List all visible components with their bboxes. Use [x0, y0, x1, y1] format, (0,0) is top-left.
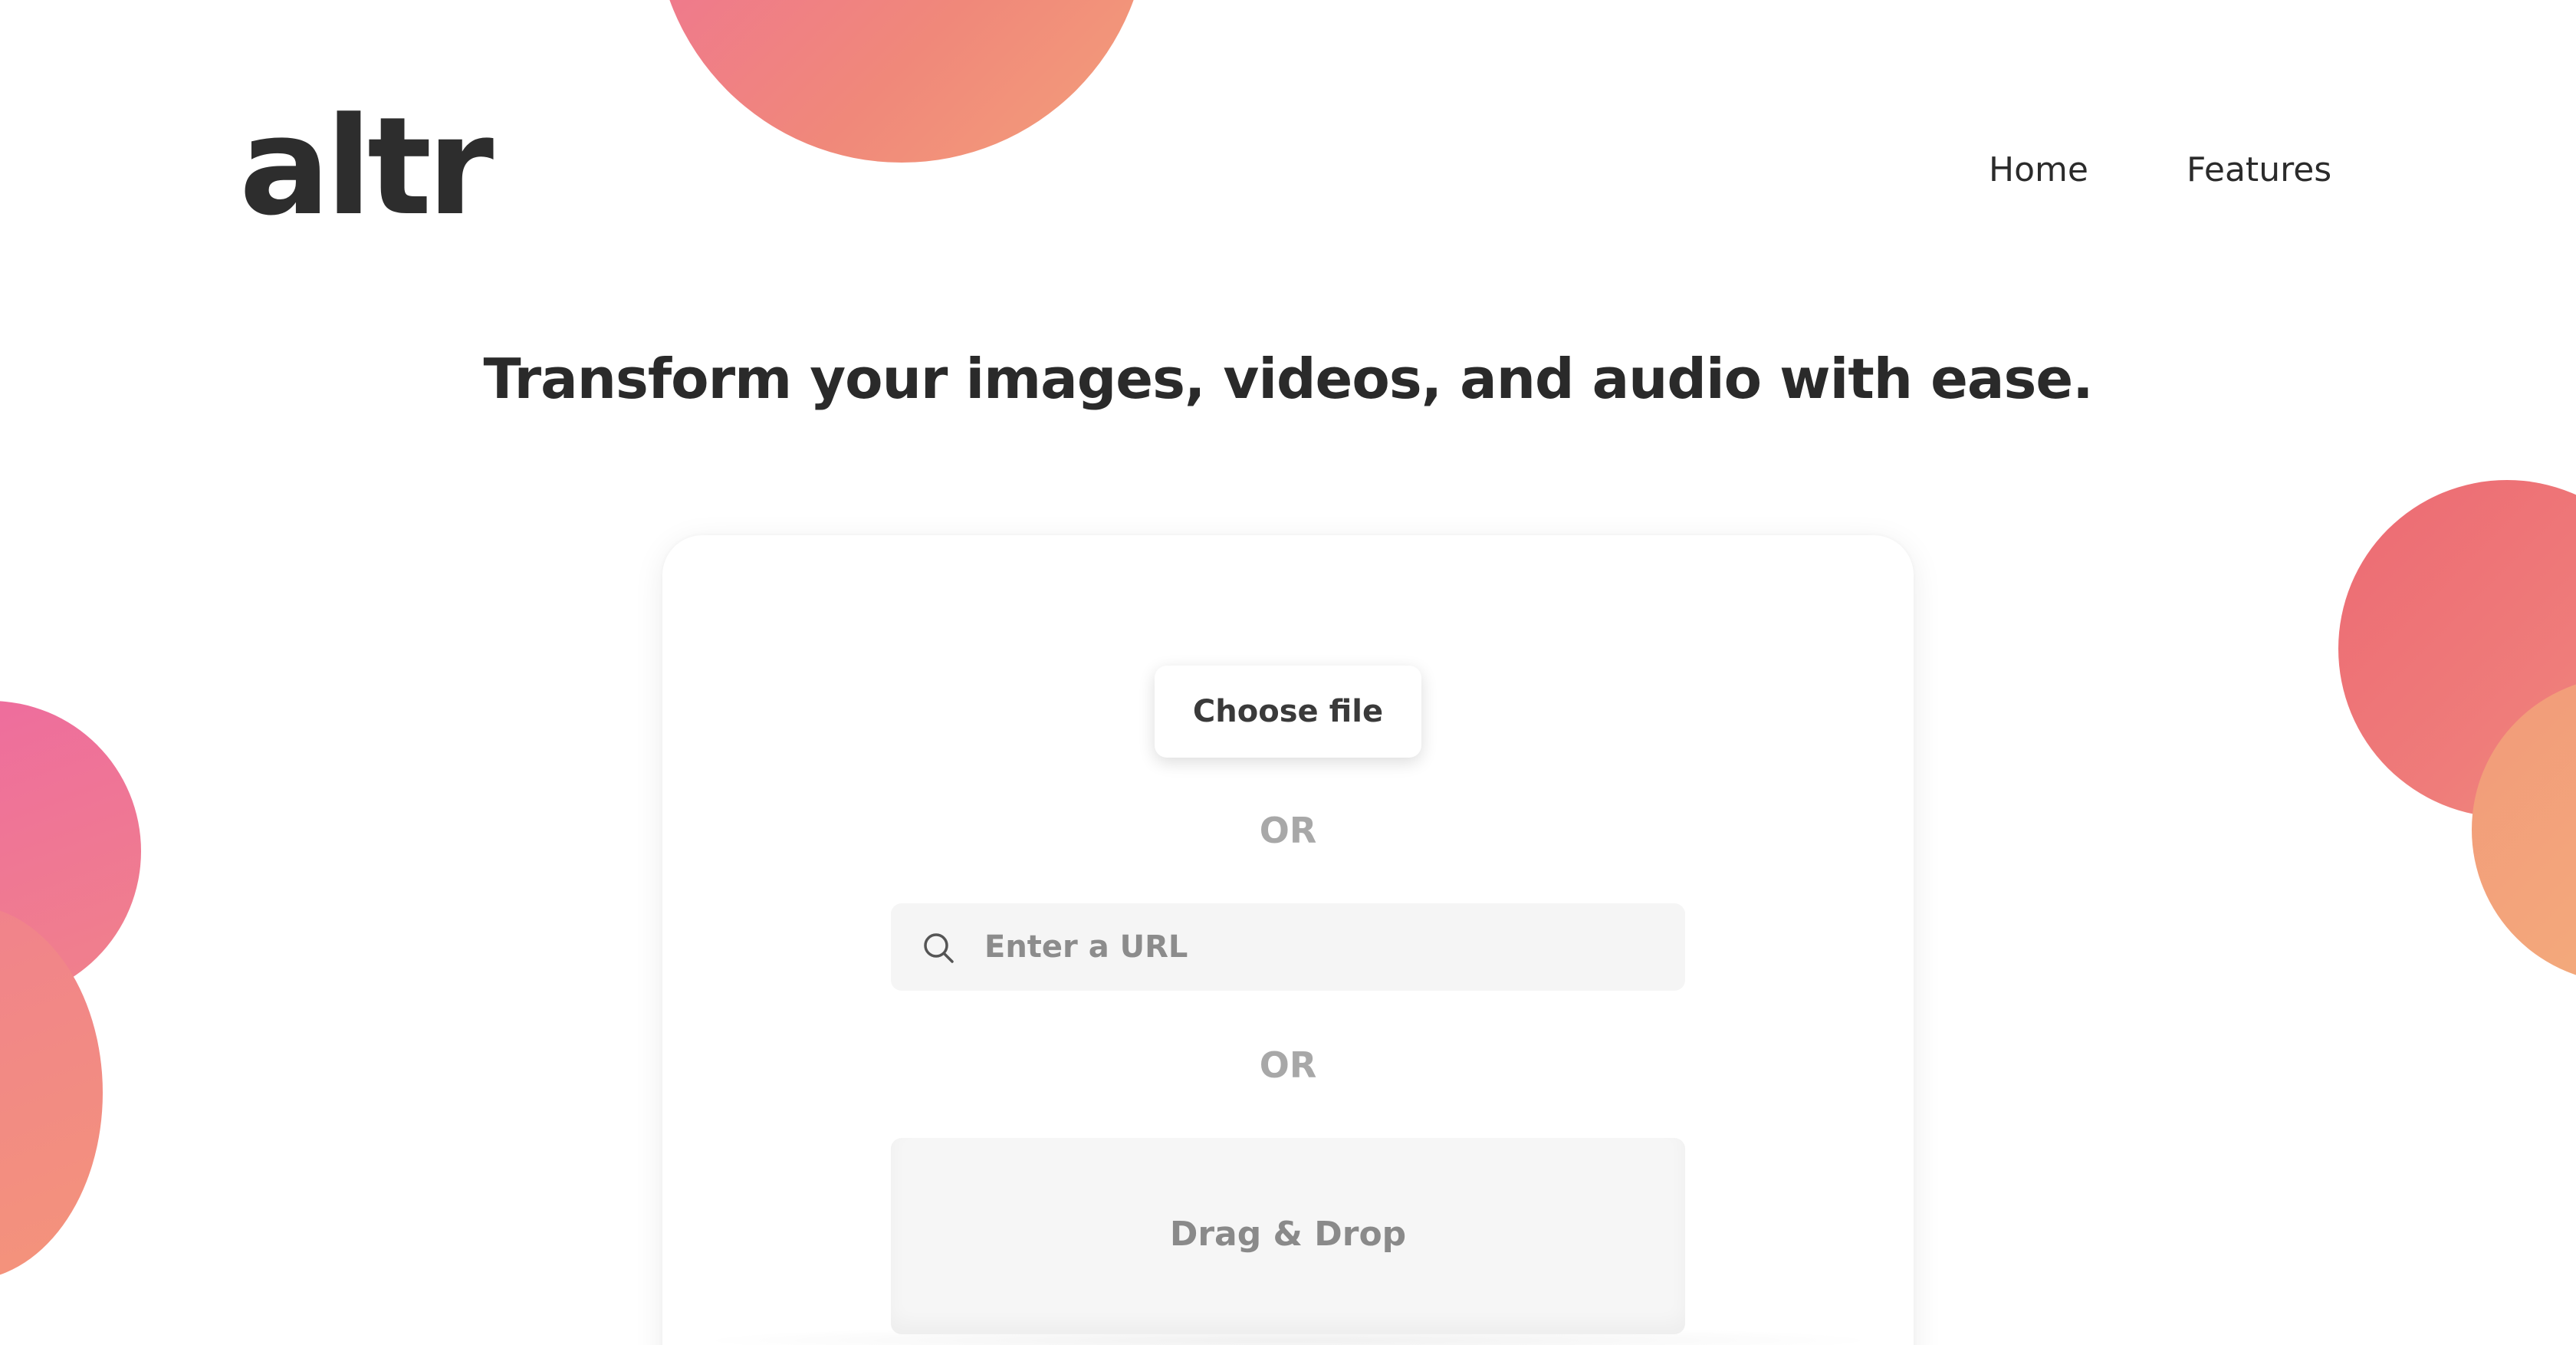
- drag-drop-label: Drag & Drop: [1169, 1215, 1407, 1254]
- decorative-blob-top: [655, 0, 1148, 163]
- nav-link-features[interactable]: Features: [2187, 153, 2331, 187]
- drag-drop-zone[interactable]: Drag & Drop: [891, 1138, 1685, 1334]
- search-icon: [922, 931, 955, 965]
- nav-link-home[interactable]: Home: [1989, 153, 2088, 187]
- page: altr Home Features Transform your images…: [0, 0, 2576, 1345]
- url-field[interactable]: [891, 903, 1685, 991]
- url-input[interactable]: [984, 903, 1659, 991]
- logo[interactable]: altr: [239, 100, 494, 235]
- choose-file-button[interactable]: Choose file: [1155, 666, 1421, 758]
- page-headline: Transform your images, videos, and audio…: [483, 347, 2093, 411]
- or-divider-label-2: OR: [1259, 1044, 1317, 1086]
- or-divider-label: OR: [1259, 810, 1317, 851]
